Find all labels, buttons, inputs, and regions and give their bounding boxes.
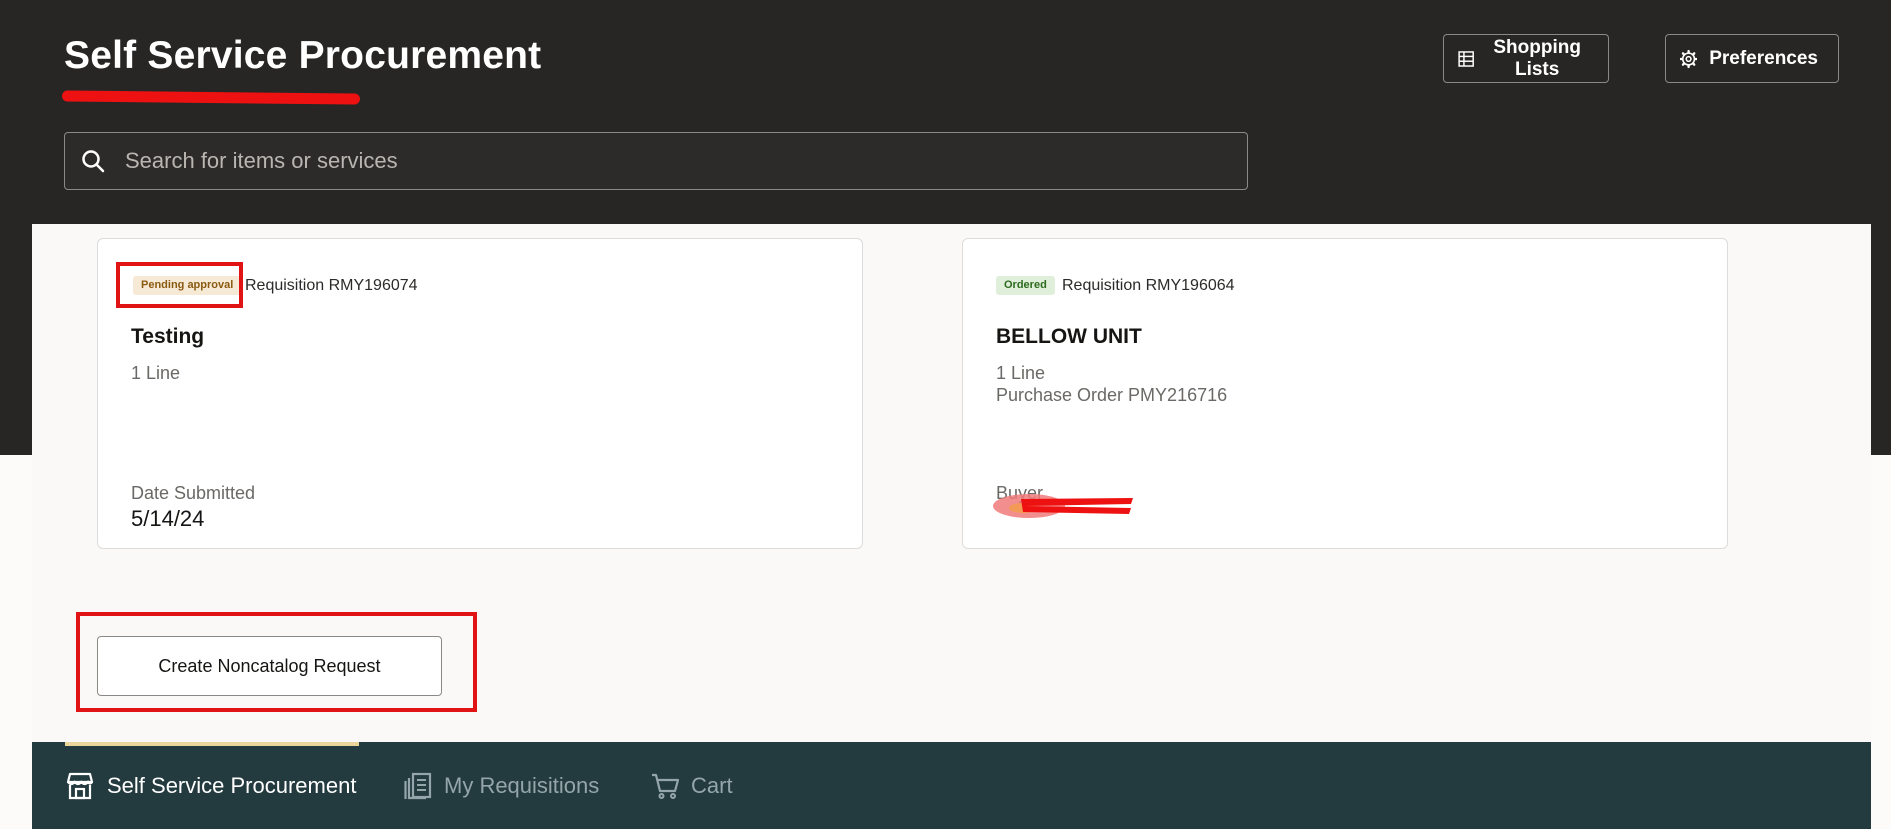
table-icon (1458, 50, 1474, 67)
shopping-lists-label: Shopping Lists (1493, 36, 1581, 80)
line-count: 1 Line (996, 363, 1046, 383)
active-tab-indicator (65, 742, 359, 746)
line-count: 1 Line (131, 363, 181, 383)
status-badge: Ordered (996, 276, 1055, 295)
nav-item-label: Self Service Procurement (107, 773, 357, 798)
page-title: Self Service Procurement (64, 34, 542, 77)
nav-item-cart[interactable]: Cart (651, 772, 733, 800)
preferences-label: Preferences (1709, 47, 1818, 69)
requisitions-icon (404, 772, 432, 800)
right-gutter (1871, 455, 1891, 829)
left-gutter (0, 455, 32, 829)
requisition-title: Testing (131, 325, 205, 348)
purchase-order-number: Purchase Order PMY216716 (996, 385, 1228, 405)
search-icon (82, 150, 105, 173)
date-submitted-label: Date Submitted (131, 483, 256, 503)
bottom-navigation: Self Service Procurement My Requisitions… (32, 742, 1871, 829)
search-input[interactable] (125, 148, 1175, 174)
requisition-title: BELLOW UNIT (996, 325, 1142, 348)
store-icon (66, 772, 94, 800)
cart-icon (652, 773, 679, 799)
search-bar[interactable] (64, 132, 1248, 190)
nav-item-self-service-procurement[interactable]: Self Service Procurement (65, 772, 356, 800)
preferences-button[interactable]: Preferences (1665, 34, 1839, 83)
requisition-card[interactable]: Ordered Requisition RMY196064 BELLOW UNI… (962, 238, 1728, 549)
shopping-lists-button[interactable]: Shopping Lists (1443, 34, 1609, 83)
nav-item-label: My Requisitions (444, 773, 600, 798)
highlight-box (116, 262, 243, 308)
nav-item-label: Cart (691, 773, 733, 798)
redaction-mark (993, 494, 1133, 518)
nav-item-my-requisitions[interactable]: My Requisitions (404, 772, 599, 800)
requisition-number: Requisition RMY196064 (1062, 277, 1235, 294)
gear-icon (1680, 49, 1698, 68)
requisition-number: Requisition RMY196074 (245, 277, 418, 294)
highlight-box (76, 612, 477, 712)
date-submitted-value: 5/14/24 (131, 506, 205, 531)
